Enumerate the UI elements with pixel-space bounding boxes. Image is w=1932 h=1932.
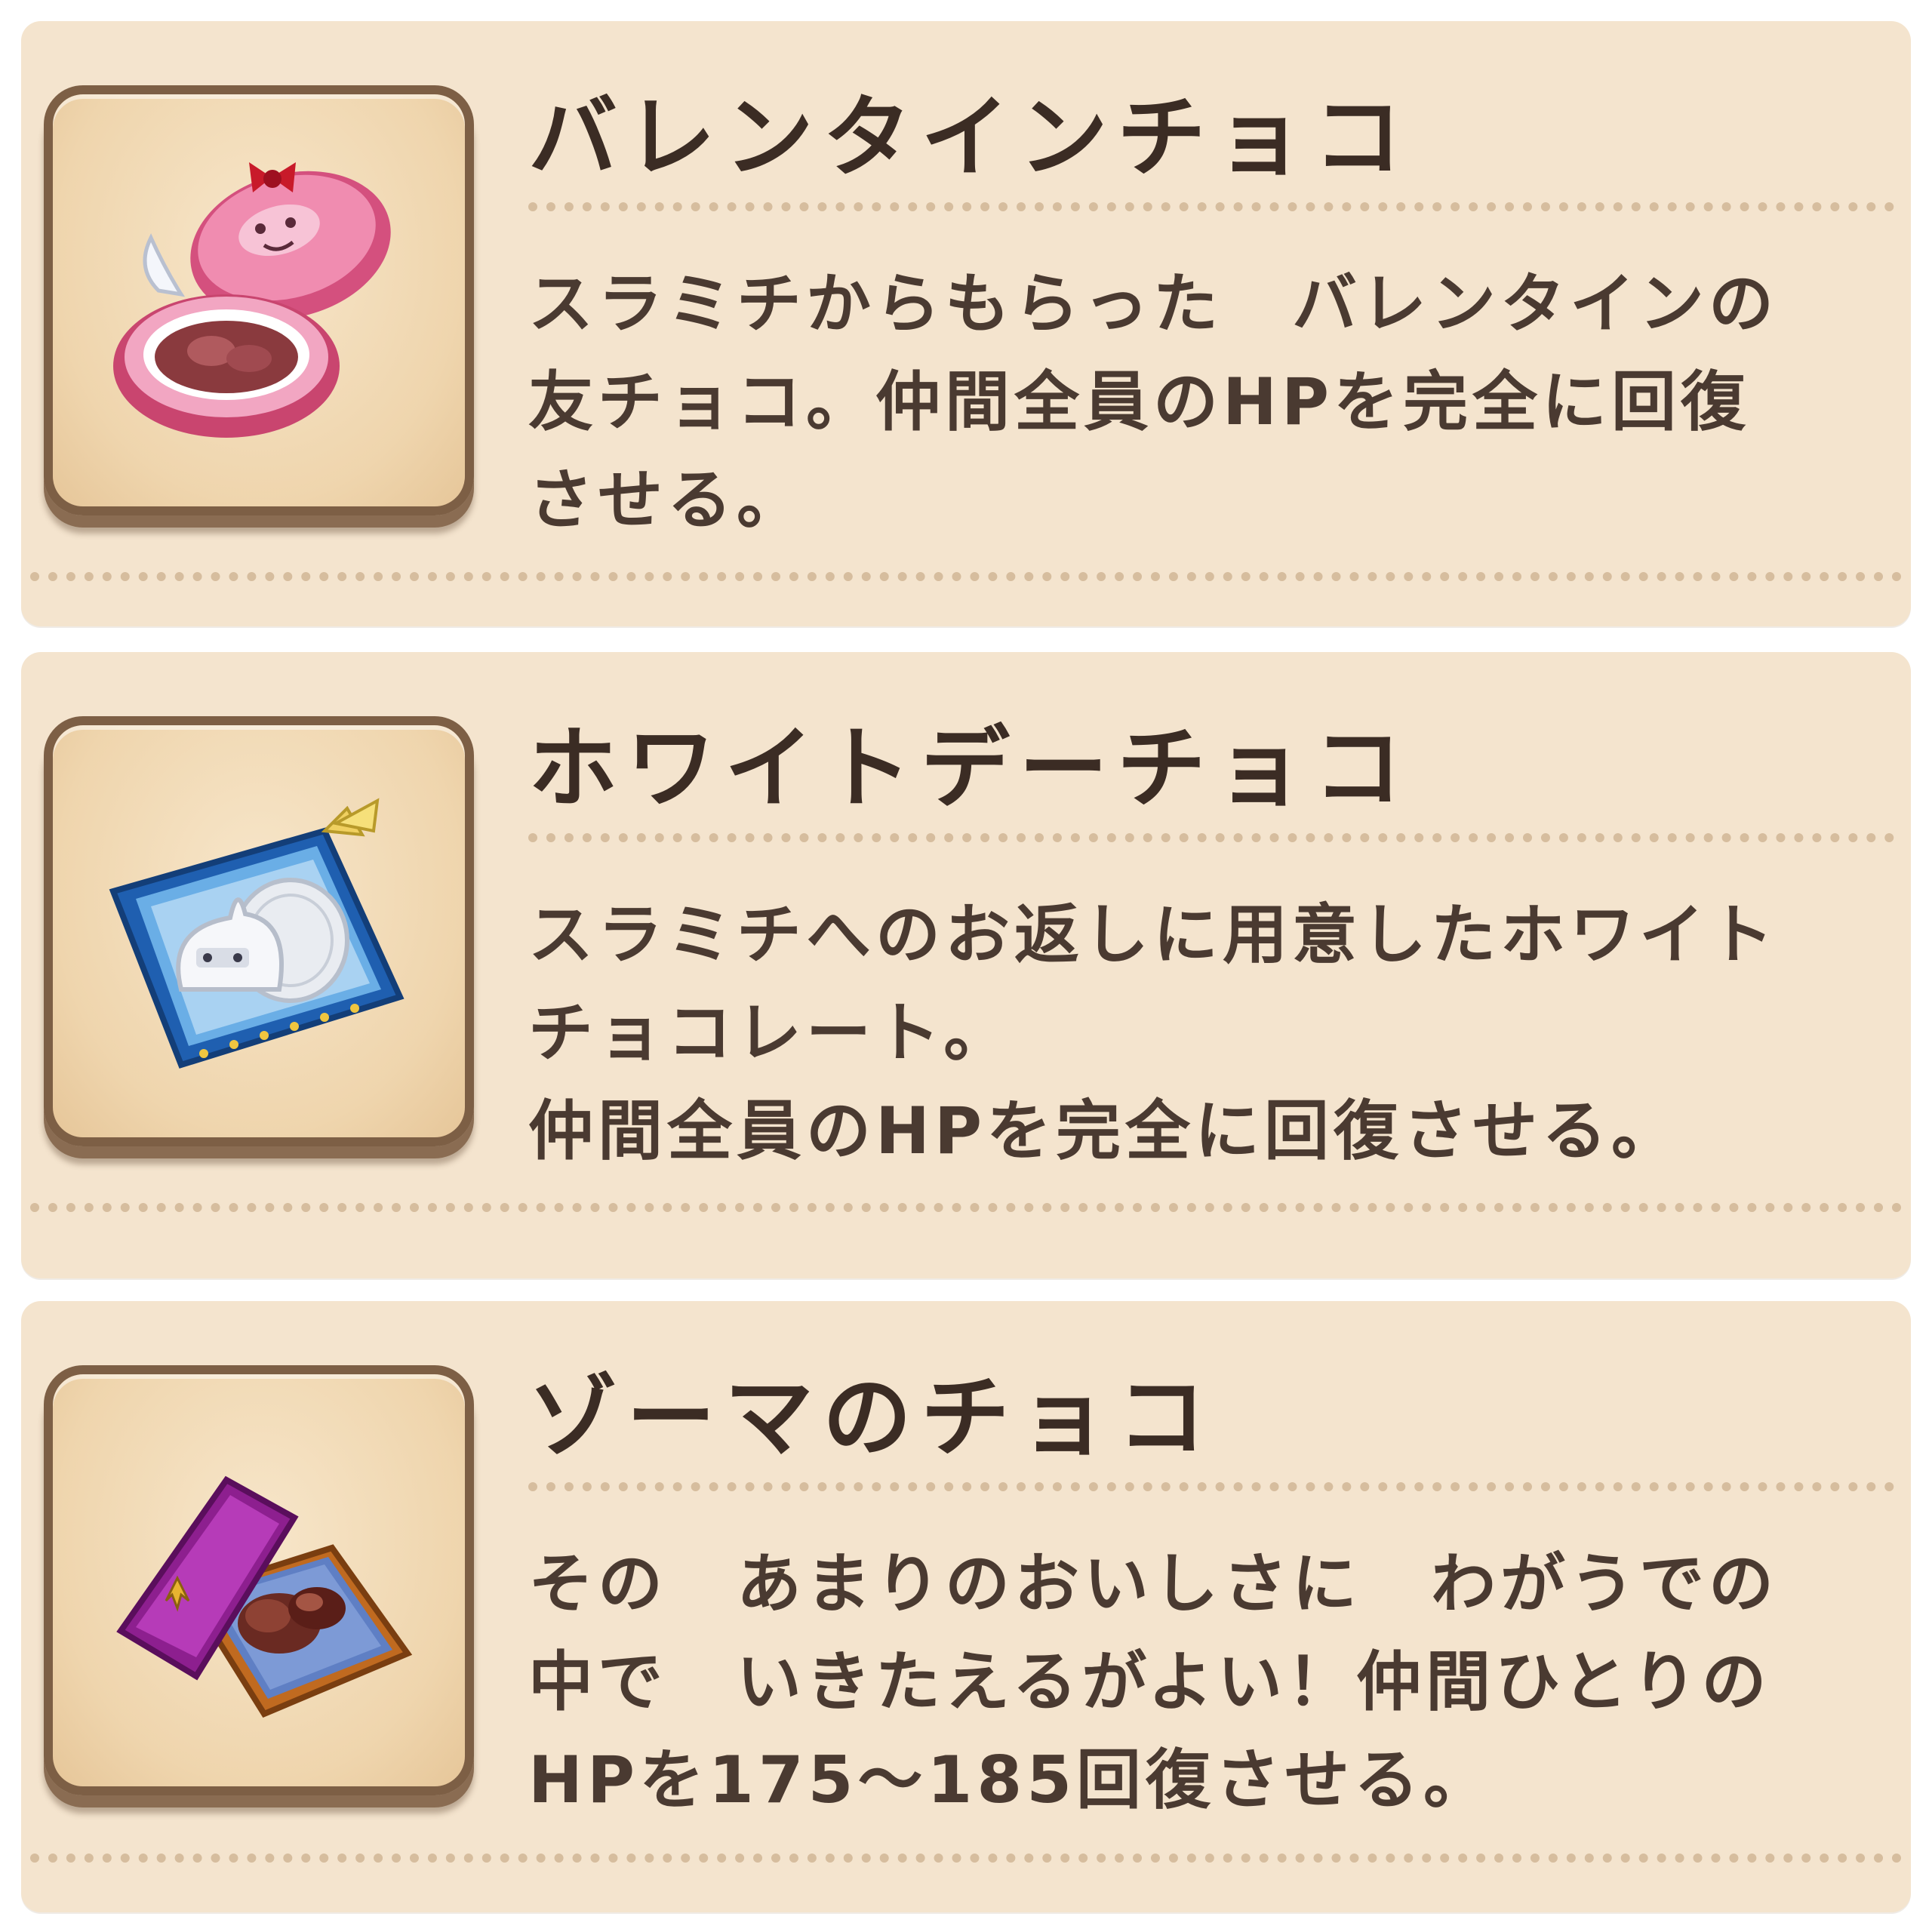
description-line: その あまりのおいしさに わがうでの xyxy=(528,1546,1778,1622)
pink-heart-chocolate-box-icon xyxy=(113,162,391,438)
item-icon-frame xyxy=(44,716,474,1146)
description-line: 仲間全員のHPを完全に回復させる。 xyxy=(528,1094,1681,1169)
item-card-zoma-chocolate[interactable]: ゾーマのチョコ その あまりのおいしさに わがうでの 中で いきたえるがよい！仲… xyxy=(21,1301,1911,1912)
item-description: その あまりのおいしさに わがうでの 中で いきたえるがよい！仲間ひとりの HP… xyxy=(528,1535,1902,1829)
item-card-valentine-chocolate[interactable]: バレンタインチョコ スラミチからもらった バレンタインの 友チョコ。仲間全員のH… xyxy=(21,21,1911,626)
title-divider xyxy=(528,833,1894,842)
item-description: スラミチへのお返しに用意したホワイト チョコレート。 仲間全員のHPを完全に回復… xyxy=(528,886,1902,1180)
purple-chocolate-box-icon xyxy=(116,1475,413,1718)
description-line: 友チョコ。仲間全員のHPを完全に回復 xyxy=(528,365,1751,440)
description-line: 中で いきたえるがよい！仲間ひとりの xyxy=(528,1644,1771,1720)
item-title: バレンタインチョコ xyxy=(528,85,1412,189)
card-divider xyxy=(30,572,1902,581)
description-line: HPを175～185回復させる。 xyxy=(528,1743,1494,1818)
item-title: ゾーマのチョコ xyxy=(528,1365,1216,1469)
description-line: チョコレート。 xyxy=(528,995,1014,1071)
card-divider xyxy=(30,1203,1902,1212)
description-line: スラミチからもらった バレンタインの xyxy=(528,266,1778,342)
item-icon-frame xyxy=(44,1365,474,1795)
item-description: スラミチからもらった バレンタインの 友チョコ。仲間全員のHPを完全に回復 させ… xyxy=(528,255,1902,549)
title-divider xyxy=(528,202,1894,211)
description-line: スラミチへのお返しに用意したホワイト xyxy=(528,897,1778,973)
item-icon-frame xyxy=(44,85,474,515)
item-title: ホワイトデーチョコ xyxy=(528,716,1412,820)
blue-white-chocolate-box-icon xyxy=(109,798,405,1069)
title-divider xyxy=(528,1482,1894,1491)
card-divider xyxy=(30,1854,1902,1863)
item-card-white-day-chocolate[interactable]: ホワイトデーチョコ スラミチへのお返しに用意したホワイト チョコレート。 仲間全… xyxy=(21,652,1911,1278)
description-line: させる。 xyxy=(528,463,806,538)
